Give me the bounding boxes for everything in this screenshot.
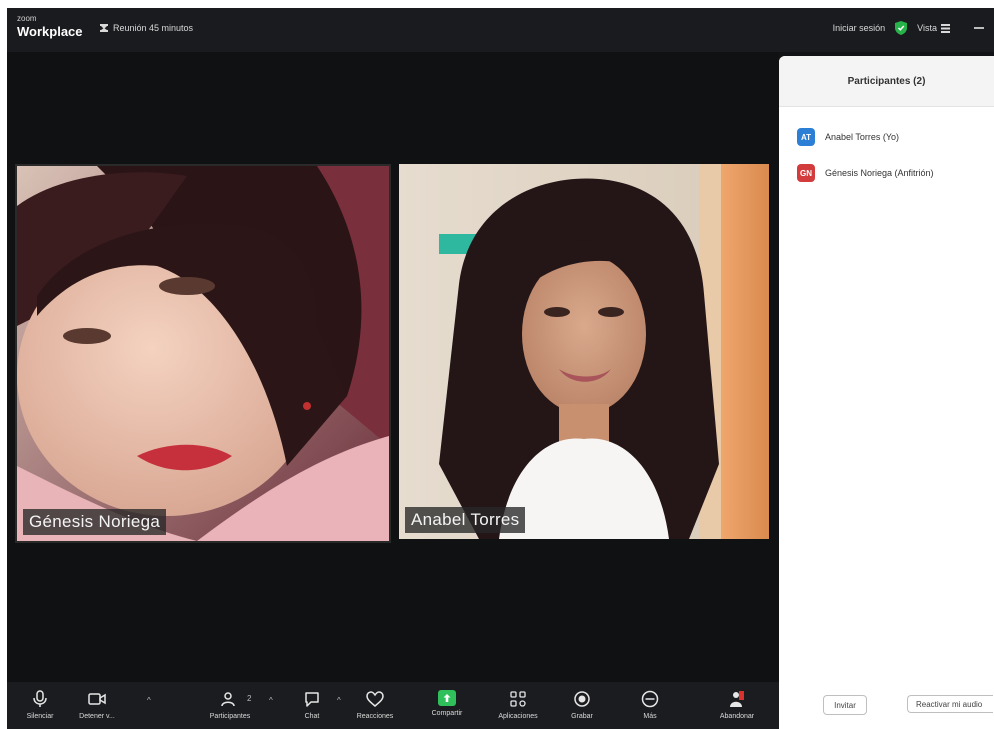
heart-icon <box>366 691 384 707</box>
leave-person-icon <box>730 691 744 707</box>
sign-in-link[interactable]: Iniciar sesión <box>833 23 886 33</box>
chat-options-caret-icon[interactable]: ^ <box>337 696 341 705</box>
participant-row[interactable]: AT Anabel Torres (Yo) <box>779 119 994 155</box>
mute-button[interactable]: Silenciar <box>27 682 53 729</box>
participants-label: Participantes <box>209 713 251 720</box>
grid-icon <box>941 23 950 33</box>
timer-icon <box>100 24 108 32</box>
video-tile-anabel[interactable]: Anabel Torres <box>399 164 769 539</box>
reactions-button[interactable]: Reacciones <box>357 682 393 729</box>
video-feed-anabel <box>399 164 769 539</box>
more-label: Más <box>643 713 657 720</box>
mute-label: Silenciar <box>26 713 54 720</box>
view-label: Vista <box>917 23 937 33</box>
apps-label: Aplicaciones <box>498 713 538 720</box>
participant-name: Anabel Torres (Yo) <box>825 132 900 142</box>
video-label: Detener v... <box>79 713 115 720</box>
participant-row[interactable]: GN Génesis Noriega (Anfitrión) <box>779 155 994 191</box>
record-label: Grabar <box>571 713 593 720</box>
participants-list: AT Anabel Torres (Yo) GN Génesis Noriega… <box>779 107 994 191</box>
share-label: Compartir <box>431 710 463 717</box>
brand-small: zoom <box>17 14 37 23</box>
participants-count-badge: 2 <box>247 694 252 703</box>
zoom-window: zoom Workplace Reunión 45 minutos Inicia… <box>7 8 994 729</box>
share-screen-icon <box>438 690 456 706</box>
chat-label: Chat <box>304 713 320 720</box>
video-options-caret-icon[interactable]: ^ <box>147 696 151 705</box>
avatar: GN <box>797 164 815 182</box>
apps-grid-icon <box>510 691 526 707</box>
reactions-label: Reacciones <box>356 713 394 720</box>
avatar: AT <box>797 128 815 146</box>
video-feed-genesis <box>17 166 389 541</box>
app-brand: zoom Workplace <box>17 14 83 39</box>
more-dots-icon <box>641 690 659 708</box>
meeting-timer[interactable]: Reunión 45 minutos <box>99 23 193 33</box>
leave-label: Abandonar <box>719 713 755 720</box>
unmute-button[interactable]: Reactivar mi audio <box>907 695 993 713</box>
participants-panel: Participantes (2) AT Anabel Torres (Yo) … <box>779 56 994 729</box>
video-tile-genesis[interactable]: Génesis Noriega <box>15 164 391 543</box>
more-button[interactable]: Más <box>637 682 663 729</box>
chat-bubble-icon <box>305 692 319 707</box>
view-button[interactable]: Vista <box>917 23 950 33</box>
participant-name-tag: Anabel Torres <box>405 507 526 533</box>
record-button[interactable]: Grabar <box>567 682 597 729</box>
participant-name: Génesis Noriega (Anfitrión) <box>825 168 934 178</box>
share-screen-button[interactable]: Compartir <box>427 682 467 729</box>
participants-button[interactable]: Participantes <box>202 682 258 729</box>
participants-icon <box>221 692 235 707</box>
panel-footer: Invitar Reactivar mi audio <box>779 691 994 721</box>
meeting-timer-label: Reunión 45 minutos <box>113 23 194 33</box>
brand-name: Workplace <box>17 24 83 39</box>
panel-title: Participantes (2) <box>779 56 994 107</box>
top-bar: zoom Workplace Reunión 45 minutos Inicia… <box>7 8 994 52</box>
top-right-controls: Iniciar sesión Vista <box>833 21 984 35</box>
video-camera-icon <box>88 693 106 705</box>
participant-name-tag: Génesis Noriega <box>23 509 167 535</box>
apps-button[interactable]: Aplicaciones <box>492 682 544 729</box>
video-gallery: Génesis Noriega Anabel Torres <box>7 52 779 682</box>
minimize-button[interactable] <box>974 27 984 29</box>
record-icon <box>574 691 590 707</box>
microphone-icon <box>33 690 47 707</box>
meeting-toolbar: Silenciar Detener v... ^ Participantes 2… <box>7 682 779 729</box>
security-shield-icon[interactable] <box>895 21 908 35</box>
chat-button[interactable]: Chat <box>299 682 325 729</box>
stop-video-button[interactable]: Detener v... <box>77 682 117 729</box>
invite-button[interactable]: Invitar <box>823 695 867 715</box>
leave-button[interactable]: Abandonar <box>715 682 759 729</box>
participants-options-caret-icon[interactable]: ^ <box>269 696 273 705</box>
